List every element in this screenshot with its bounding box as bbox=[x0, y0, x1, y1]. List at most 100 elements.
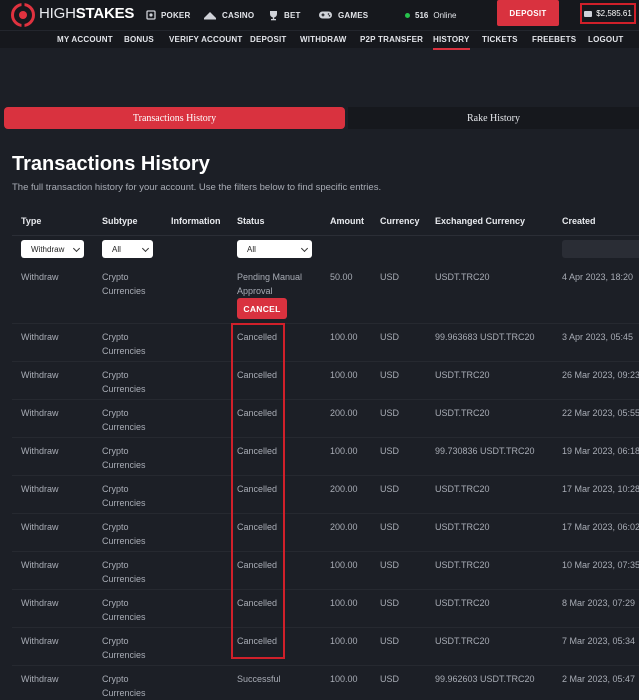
subnav-logout[interactable]: LOGOUT bbox=[588, 35, 623, 45]
cell-exchanged-currency: 99.963683 USDT.TRC20 bbox=[435, 332, 535, 342]
poker-chip-icon bbox=[146, 10, 156, 20]
subnav-p2p-transfer[interactable]: P2P TRANSFER bbox=[360, 35, 423, 45]
type-filter-select[interactable]: Withdraw bbox=[21, 240, 84, 258]
col-header-exchanged-currency: Exchanged Currency bbox=[435, 216, 526, 226]
nav-casino[interactable]: CASINO bbox=[203, 8, 254, 22]
row-divider bbox=[12, 665, 639, 666]
cell-exchanged-currency: USDT.TRC20 bbox=[435, 272, 490, 282]
col-header-subtype: Subtype bbox=[102, 216, 138, 226]
cell-subtype: Crypto Currencies bbox=[102, 522, 146, 546]
account-subnav: MY ACCOUNT BONUS VERIFY ACCOUNT DEPOSIT … bbox=[0, 30, 639, 50]
cell-created: 19 Mar 2023, 06:18 bbox=[562, 446, 639, 456]
page-subtitle: The full transaction history for your ac… bbox=[12, 182, 382, 193]
subnav-bonus[interactable]: BONUS bbox=[124, 35, 154, 45]
cell-amount: 200.00 bbox=[330, 522, 358, 532]
cell-exchanged-currency: USDT.TRC20 bbox=[435, 636, 490, 646]
cell-subtype: Crypto Currencies bbox=[102, 598, 146, 622]
online-count: 516 bbox=[415, 10, 429, 20]
subnav-my-account[interactable]: MY ACCOUNT bbox=[57, 35, 113, 45]
cell-type: Withdraw bbox=[21, 332, 59, 342]
col-header-created: Created bbox=[562, 216, 596, 226]
subtype-filter-value: All bbox=[112, 244, 121, 254]
balance-display[interactable]: $2,585.61 bbox=[580, 3, 636, 24]
col-header-amount: Amount bbox=[330, 216, 364, 226]
highstakes-logo-icon[interactable] bbox=[11, 3, 35, 27]
trophy-icon bbox=[270, 10, 277, 20]
cell-currency: USD bbox=[380, 522, 400, 532]
subnav-verify-account[interactable]: VERIFY ACCOUNT bbox=[169, 35, 242, 45]
cell-status: Cancelled bbox=[237, 332, 278, 342]
nav-poker[interactable]: POKER bbox=[146, 8, 190, 22]
cell-subtype: Crypto Currencies bbox=[102, 370, 146, 394]
cell-subtype: Crypto Currencies bbox=[102, 446, 146, 470]
subtype-filter-select[interactable]: All bbox=[102, 240, 153, 258]
type-filter-value: Withdraw bbox=[31, 244, 65, 254]
cell-amount: 200.00 bbox=[330, 408, 358, 418]
cell-currency: USD bbox=[380, 446, 400, 456]
cell-status: Pending Manual Approval bbox=[237, 272, 303, 296]
cell-currency: USD bbox=[380, 272, 400, 282]
cell-status: Cancelled bbox=[237, 446, 278, 456]
row-divider bbox=[12, 551, 639, 552]
cell-status: Cancelled bbox=[237, 598, 278, 608]
cell-created: 17 Mar 2023, 06:02 bbox=[562, 522, 639, 532]
cell-type: Withdraw bbox=[21, 370, 59, 380]
subnav-deposit[interactable]: DEPOSIT bbox=[250, 35, 287, 45]
cell-type: Withdraw bbox=[21, 484, 59, 494]
cell-status: Cancelled bbox=[237, 408, 278, 418]
cell-amount: 100.00 bbox=[330, 446, 358, 456]
cell-subtype: Crypto Currencies bbox=[102, 332, 146, 356]
chevron-down-icon bbox=[141, 244, 150, 253]
online-status: 516 Online bbox=[405, 8, 456, 22]
cell-type: Withdraw bbox=[21, 598, 59, 608]
cell-exchanged-currency: 99.730836 USDT.TRC20 bbox=[435, 446, 535, 456]
cell-currency: USD bbox=[380, 674, 400, 684]
cell-subtype: Crypto Currencies bbox=[102, 636, 146, 660]
cell-amount: 100.00 bbox=[330, 560, 358, 570]
casino-icon bbox=[204, 12, 216, 20]
cell-created: 2 Mar 2023, 05:47 bbox=[562, 674, 636, 684]
col-header-type: Type bbox=[21, 216, 42, 226]
status-filter-value: All bbox=[247, 244, 256, 254]
cell-subtype: Crypto Currencies bbox=[102, 484, 146, 508]
subnav-history[interactable]: HISTORY bbox=[433, 35, 470, 50]
subnav-withdraw[interactable]: WITHDRAW bbox=[300, 35, 346, 45]
balance-amount: $2,585.61 bbox=[596, 9, 632, 18]
cell-amount: 100.00 bbox=[330, 370, 358, 380]
brand-name[interactable]: HIGHSTAKES bbox=[39, 5, 134, 23]
chevron-down-icon bbox=[300, 244, 309, 253]
subnav-freebets[interactable]: FREEBETS bbox=[532, 35, 576, 45]
cell-exchanged-currency: USDT.TRC20 bbox=[435, 408, 490, 418]
cell-currency: USD bbox=[380, 408, 400, 418]
cell-status: Cancelled bbox=[237, 370, 278, 380]
cell-exchanged-currency: USDT.TRC20 bbox=[435, 370, 490, 380]
cancel-withdraw-button[interactable]: CANCEL bbox=[237, 298, 287, 319]
cell-created: 17 Mar 2023, 10:28 bbox=[562, 484, 639, 494]
subnav-tickets[interactable]: TICKETS bbox=[482, 35, 518, 45]
cell-type: Withdraw bbox=[21, 636, 59, 646]
cell-type: Withdraw bbox=[21, 674, 59, 684]
nav-games-label: GAMES bbox=[338, 10, 369, 20]
gamepad-icon bbox=[319, 11, 332, 19]
cell-currency: USD bbox=[380, 484, 400, 494]
cell-amount: 100.00 bbox=[330, 598, 358, 608]
brand-high: HIGH bbox=[39, 5, 76, 22]
cell-subtype: Crypto Currencies bbox=[102, 674, 146, 698]
status-filter-select[interactable]: All bbox=[237, 240, 312, 258]
cell-type: Withdraw bbox=[21, 522, 59, 532]
cell-created: 26 Mar 2023, 09:23 bbox=[562, 370, 639, 380]
nav-games[interactable]: GAMES bbox=[318, 8, 368, 22]
cell-exchanged-currency: 99.962603 USDT.TRC20 bbox=[435, 674, 535, 684]
created-date-filter[interactable] bbox=[562, 240, 639, 258]
nav-bet[interactable]: BET bbox=[268, 8, 301, 22]
cell-status: Cancelled bbox=[237, 522, 278, 532]
cell-exchanged-currency: USDT.TRC20 bbox=[435, 522, 490, 532]
cell-type: Withdraw bbox=[21, 272, 59, 282]
deposit-button[interactable]: DEPOSIT bbox=[497, 0, 559, 26]
cell-exchanged-currency: USDT.TRC20 bbox=[435, 484, 490, 494]
tab-transactions-history[interactable]: Transactions History bbox=[4, 107, 345, 129]
cell-status: Cancelled bbox=[237, 560, 278, 570]
cell-subtype: Crypto Currencies bbox=[102, 408, 146, 432]
row-divider bbox=[12, 475, 639, 476]
tab-rake-history[interactable]: Rake History bbox=[348, 107, 639, 129]
